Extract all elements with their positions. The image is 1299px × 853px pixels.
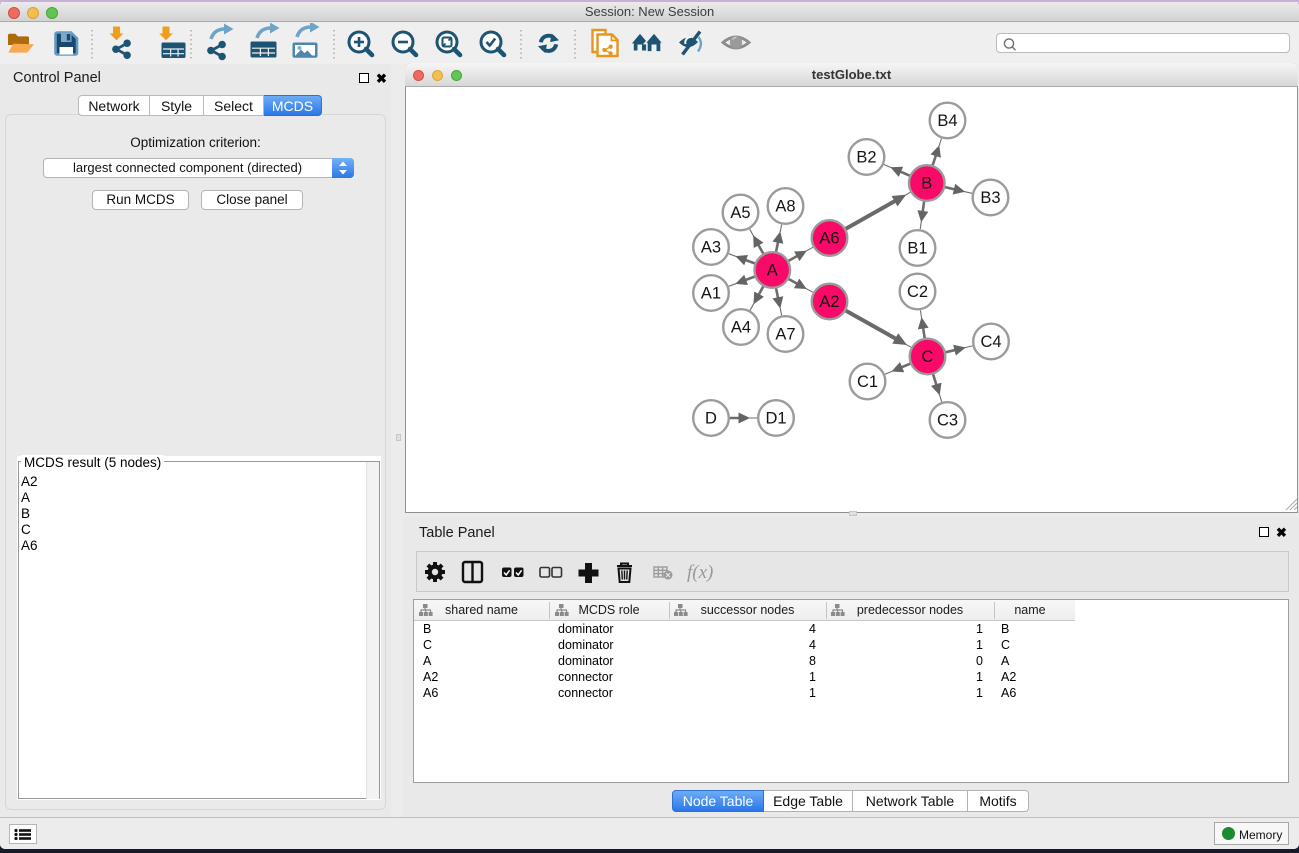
svg-text:B1: B1 [907,240,927,258]
svg-text:A3: A3 [701,239,721,257]
svg-text:C4: C4 [980,333,1001,351]
svg-text:A7: A7 [775,326,795,344]
svg-text:C2: C2 [907,283,928,301]
svg-text:A5: A5 [730,204,750,222]
svg-text:A8: A8 [775,198,795,216]
svg-text:B: B [921,175,932,193]
svg-text:D: D [705,410,717,428]
svg-text:C: C [922,348,934,366]
svg-text:f(x): f(x) [687,562,713,583]
svg-text:B4: B4 [937,112,957,130]
svg-text:B2: B2 [856,149,876,167]
svg-text:C1: C1 [857,373,878,391]
svg-text:D1: D1 [765,410,786,428]
svg-text:A: A [767,262,778,280]
svg-text:A2: A2 [819,293,839,311]
svg-text:C3: C3 [937,412,958,430]
svg-text:A1: A1 [701,285,721,303]
svg-text:A4: A4 [731,319,751,337]
svg-text:A6: A6 [819,230,839,248]
svg-text:B3: B3 [980,189,1000,207]
